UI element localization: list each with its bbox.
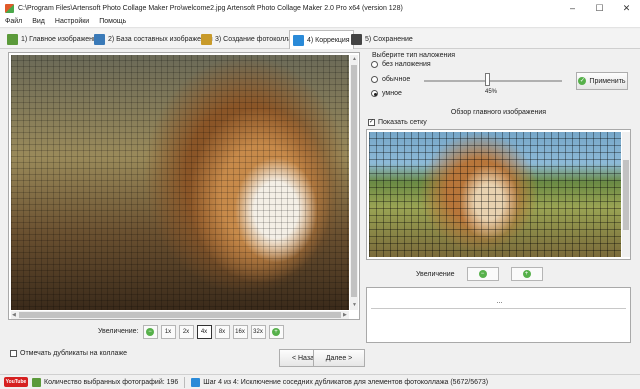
scroll-thumb[interactable] xyxy=(623,160,629,230)
tab-main-image[interactable]: 1) Главное изображение xyxy=(4,31,104,48)
tab-label: 2) База составных изображений xyxy=(108,36,213,43)
zoom-2x-button[interactable]: 2x xyxy=(178,324,194,339)
preview-zoom-out-button[interactable]: − xyxy=(466,267,499,281)
window-title: C:\Program Files\Artensoft Photo Collage… xyxy=(18,4,403,12)
scroll-down-icon[interactable]: ▼ xyxy=(352,302,357,308)
plus-icon: + xyxy=(522,270,531,278)
selected-photos-count: Количество выбранных фотографий: 196 xyxy=(44,378,179,386)
zoom-16x-button[interactable]: 16x xyxy=(232,324,248,339)
menu-view[interactable]: Вид xyxy=(27,18,50,25)
menu-help[interactable]: Помощь xyxy=(94,18,131,25)
menu-bar: Файл Вид Настройки Помощь xyxy=(0,16,640,28)
mark-duplicates-checkbox[interactable] xyxy=(10,350,17,357)
overlay-slider-track[interactable] xyxy=(424,80,562,82)
overlay-option-smart[interactable]: умное xyxy=(371,90,402,97)
tab-label: 4) Коррекция xyxy=(307,36,350,44)
scroll-thumb[interactable] xyxy=(19,312,341,318)
preview-zoom-label: Увеличение xyxy=(416,270,455,278)
mark-duplicates-label: Отмечать дубликаты на коллаже xyxy=(20,350,128,357)
zoom-4x-button[interactable]: 4x xyxy=(196,324,212,339)
save-icon xyxy=(351,34,362,45)
horizontal-scrollbar[interactable]: ◀ ▶ xyxy=(11,311,349,319)
step-status: Шаг 4 из 4: Исключение соседних дубликат… xyxy=(203,378,489,386)
mark-duplicates-option[interactable]: Отмечать дубликаты на коллаже xyxy=(10,350,127,357)
minus-icon: − xyxy=(478,270,487,278)
menu-settings[interactable]: Настройки xyxy=(50,18,94,25)
tab-correction[interactable]: 4) Коррекция xyxy=(289,30,354,49)
zoom-out-button[interactable]: − xyxy=(142,324,158,339)
show-grid-label: Показать сетку xyxy=(378,119,427,126)
app-icon xyxy=(5,3,14,13)
preview-scrollbar[interactable] xyxy=(622,132,630,257)
check-icon: ✓ xyxy=(578,77,587,85)
overlay-slider-thumb[interactable] xyxy=(485,73,490,86)
zoom-controls: Увеличение: − 1x 2x 4x 8x 16x 32x + xyxy=(98,324,287,339)
maximize-button[interactable]: ☐ xyxy=(586,0,613,16)
zoom-1x-button[interactable]: 1x xyxy=(160,324,176,339)
zoom-8x-button[interactable]: 8x xyxy=(214,324,230,339)
tab-create-collage[interactable]: 3) Создание фотоколлажа xyxy=(198,31,304,48)
scroll-right-icon[interactable]: ▶ xyxy=(343,312,347,318)
preview-zoom-controls: Увеличение − + xyxy=(416,267,543,281)
zoom-label: Увеличение: xyxy=(98,328,139,335)
preview-zoom-in-button[interactable]: + xyxy=(510,267,543,281)
option-label: обычное xyxy=(382,76,411,83)
radio-none[interactable] xyxy=(371,61,378,68)
overlay-option-normal[interactable]: обычное xyxy=(371,76,410,83)
step-toolbar: 1) Главное изображение 2) База составных… xyxy=(0,29,640,49)
option-label: без наложения xyxy=(382,61,431,68)
vertical-scrollbar[interactable]: ▲ ▼ xyxy=(350,55,358,310)
menu-file[interactable]: Файл xyxy=(0,18,27,25)
youtube-button[interactable]: YouTube xyxy=(4,377,28,387)
divider xyxy=(371,308,626,309)
database-icon xyxy=(94,34,105,45)
minus-icon: − xyxy=(146,327,155,336)
tab-image-database[interactable]: 2) База составных изображений xyxy=(91,31,216,48)
info-panel: ... xyxy=(366,287,631,343)
overlay-group-title: Выберите тип наложения xyxy=(370,52,458,59)
divider xyxy=(184,376,186,388)
scroll-left-icon[interactable]: ◀ xyxy=(12,312,16,318)
scroll-up-icon[interactable]: ▲ xyxy=(352,56,357,62)
overlay-type-group: Выберите тип наложения без наложения обы… xyxy=(366,52,631,104)
minimize-button[interactable]: – xyxy=(559,0,586,16)
plus-icon: + xyxy=(272,327,281,336)
collage-image[interactable] xyxy=(11,55,349,310)
title-bar: C:\Program Files\Artensoft Photo Collage… xyxy=(0,0,640,16)
image-icon xyxy=(7,34,18,45)
preview-view xyxy=(366,129,631,260)
show-grid-checkbox[interactable]: ✓ xyxy=(368,119,375,126)
scroll-thumb[interactable] xyxy=(351,65,357,297)
collage-view: ▲ ▼ ◀ ▶ xyxy=(8,52,360,320)
info-text: ... xyxy=(496,298,503,305)
option-label: умное xyxy=(382,90,402,97)
photos-icon xyxy=(32,377,41,387)
zoom-32x-button[interactable]: 32x xyxy=(250,324,266,339)
preview-image[interactable] xyxy=(369,132,621,257)
close-button[interactable]: ✕ xyxy=(613,0,640,16)
radio-normal[interactable] xyxy=(371,76,378,83)
tab-label: 3) Создание фотоколлажа xyxy=(215,36,301,43)
apply-label: Применить xyxy=(589,77,626,85)
progress-icon xyxy=(191,377,201,387)
radio-smart[interactable] xyxy=(371,90,378,97)
status-bar: YouTube Количество выбранных фотографий:… xyxy=(0,374,640,389)
show-grid-option[interactable]: ✓ Показать сетку xyxy=(368,119,427,126)
tab-save[interactable]: 5) Сохранение xyxy=(348,31,416,48)
next-button[interactable]: Далее > xyxy=(313,349,365,367)
zoom-in-button[interactable]: + xyxy=(268,324,284,339)
preview-title: Обзор главного изображения xyxy=(450,109,547,116)
tab-label: 1) Главное изображение xyxy=(21,36,101,43)
tab-label: 5) Сохранение xyxy=(365,36,413,43)
overlay-option-none[interactable]: без наложения xyxy=(371,61,431,68)
apply-button[interactable]: ✓ Применить xyxy=(576,72,628,90)
cube-icon xyxy=(293,34,304,46)
preview-grid xyxy=(369,132,621,257)
wand-icon xyxy=(201,34,212,45)
overlay-percent: 45% xyxy=(485,89,498,95)
collage-tiles xyxy=(11,55,349,310)
